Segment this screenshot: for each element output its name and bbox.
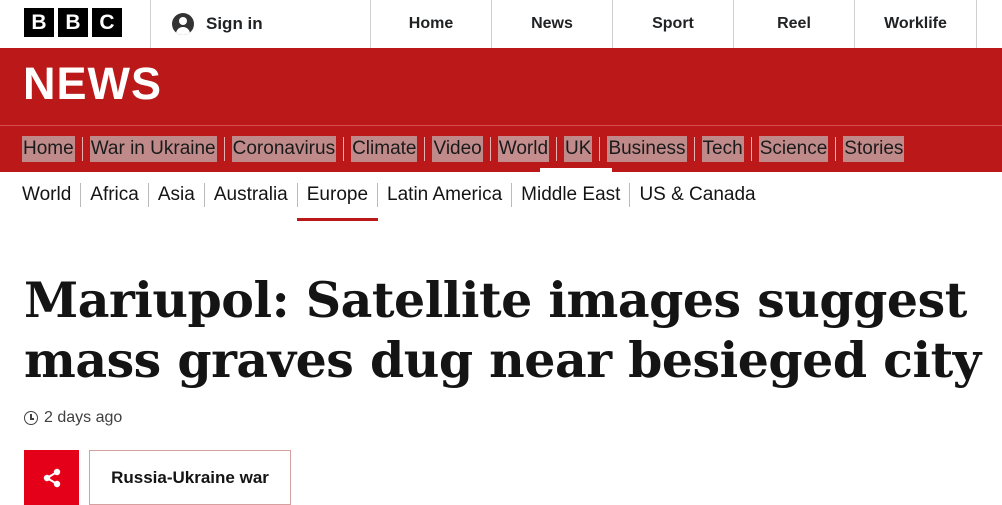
global-nav-worklife[interactable]: Worklife [854, 0, 977, 48]
global-header: B B C Sign in Home News Sport Reel Workl… [0, 0, 1002, 48]
sub-nav-latin-america[interactable]: Latin America [387, 184, 502, 206]
section-nav-business[interactable]: Business [607, 136, 687, 162]
bbc-logo[interactable]: B B C [24, 8, 122, 37]
bbc-logo-letter: C [92, 8, 122, 37]
sub-nav-africa[interactable]: Africa [90, 184, 139, 206]
article-headline: Mariupol: Satellite images suggest mass … [24, 271, 981, 389]
nav-divider [424, 137, 426, 161]
nav-divider [203, 183, 205, 207]
sub-nav-asia[interactable]: Asia [158, 184, 195, 206]
global-nav-news[interactable]: News [491, 0, 612, 48]
nav-divider [750, 137, 752, 161]
news-logo[interactable]: NEWS [23, 58, 162, 110]
share-icon [43, 468, 60, 487]
nav-divider [629, 183, 631, 207]
active-section-indicator [540, 168, 612, 172]
global-nav-home[interactable]: Home [370, 0, 491, 48]
section-nav-coronavirus[interactable]: Coronavirus [231, 136, 337, 162]
section-nav-war-in-ukraine[interactable]: War in Ukraine [89, 136, 217, 162]
sign-in-button[interactable]: Sign in [150, 0, 371, 48]
nav-divider [556, 137, 558, 161]
nav-divider [223, 137, 225, 161]
nav-divider [693, 137, 695, 161]
nav-divider [511, 183, 513, 207]
news-banner: NEWS [0, 48, 1002, 125]
nav-divider [343, 137, 345, 161]
section-nav-climate[interactable]: Climate [351, 136, 418, 162]
section-nav-uk[interactable]: UK [564, 136, 593, 162]
nav-divider [489, 137, 491, 161]
global-nav-reel[interactable]: Reel [733, 0, 854, 48]
nav-divider [377, 183, 379, 207]
sub-nav: World Africa Asia Australia Europe Latin… [22, 183, 756, 221]
nav-divider [81, 137, 83, 161]
sub-nav-australia[interactable]: Australia [214, 184, 288, 206]
clock-icon [24, 411, 38, 425]
global-nav: Home News Sport Reel Worklife [370, 0, 977, 48]
user-icon [172, 13, 194, 35]
sub-nav-us-canada[interactable]: US & Canada [639, 184, 755, 206]
section-nav-tech[interactable]: Tech [701, 136, 744, 162]
section-nav-home[interactable]: Home [22, 136, 75, 162]
share-button[interactable] [24, 450, 79, 505]
bbc-logo-letter: B [24, 8, 54, 37]
bbc-logo-letter: B [58, 8, 88, 37]
nav-divider [599, 137, 601, 161]
sub-nav-world[interactable]: World [22, 184, 71, 206]
nav-divider [296, 183, 298, 207]
topic-tag-button[interactable]: Russia-Ukraine war [89, 450, 291, 505]
section-nav-world[interactable]: World [497, 136, 550, 162]
sign-in-label: Sign in [206, 14, 263, 33]
global-nav-sport[interactable]: Sport [612, 0, 733, 48]
section-nav-stories[interactable]: Stories [843, 136, 905, 162]
nav-divider [147, 183, 149, 207]
section-nav-science[interactable]: Science [758, 136, 829, 162]
nav-divider [80, 183, 82, 207]
sub-nav-middle-east[interactable]: Middle East [521, 184, 620, 206]
sub-nav-europe[interactable]: Europe [296, 184, 379, 221]
timestamp-text: 2 days ago [44, 409, 123, 426]
article-timestamp: 2 days ago [24, 409, 122, 427]
nav-divider [835, 137, 837, 161]
section-nav: Home War in Ukraine Coronavirus Climate … [0, 125, 1002, 172]
section-nav-video[interactable]: Video [432, 136, 483, 162]
